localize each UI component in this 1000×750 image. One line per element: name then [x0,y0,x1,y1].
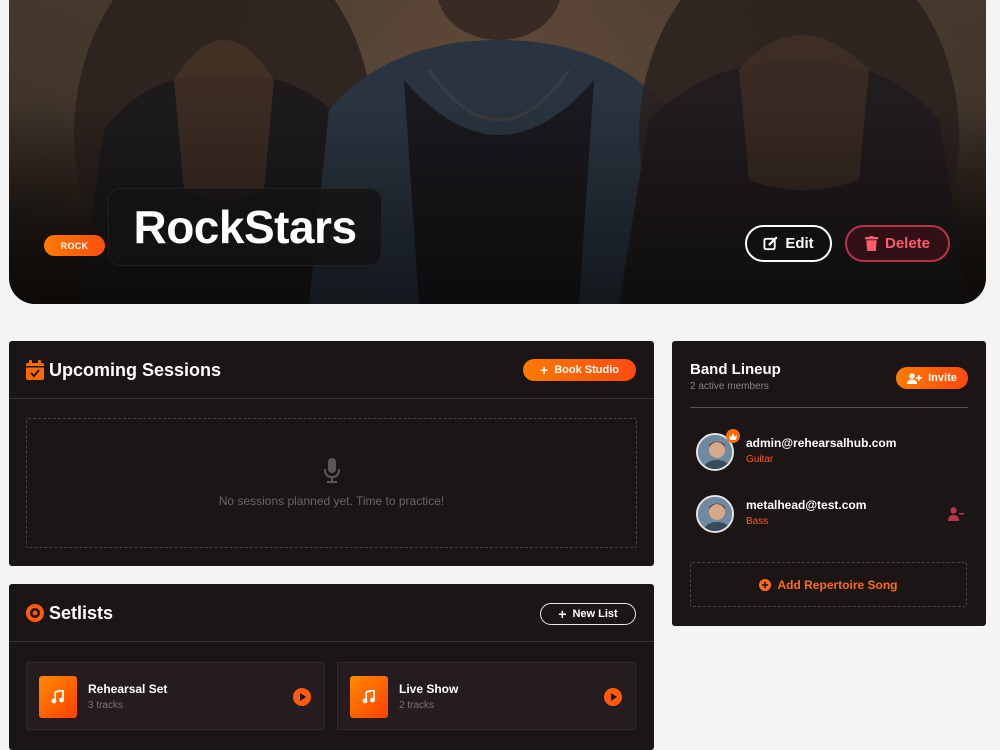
edit-icon [763,236,778,251]
delete-band-button[interactable]: Delete [845,225,950,262]
upcoming-sessions-card: Upcoming Sessions + Book Studio No sessi… [9,341,654,566]
band-title-box: RockStars [108,188,382,266]
member-row: metalhead@test.com Bass [690,493,968,537]
crown-icon [726,429,740,443]
member-role: Bass [746,516,769,527]
lineup-subtitle: 2 active members [690,381,769,392]
music-note-icon [39,676,77,718]
add-song-label: Add Repertoire Song [777,577,898,592]
setlist-name: Live Show [399,682,459,696]
band-name: RockStars [133,201,357,253]
plus-icon: + [558,606,567,622]
add-repertoire-song-button[interactable]: Add Repertoire Song [690,562,967,607]
member-email: metalhead@test.com [746,498,867,512]
play-icon[interactable] [603,687,623,707]
band-lineup-card: Band Lineup 2 active members Invite admi… [672,341,986,626]
lineup-title: Band Lineup [690,361,781,378]
setlists-title: Setlists [49,603,114,623]
user-minus-icon[interactable] [948,507,964,521]
sessions-empty-text: No sessions planned yet. Time to practic… [218,494,445,508]
setlist-track-count: 3 tracks [88,700,124,711]
record-icon [26,604,44,622]
member-row: admin@rehearsalhub.com Guitar [690,429,968,475]
plus-circle-icon [759,578,772,591]
genre-badge: ROCK [44,235,105,256]
book-studio-label: Book Studio [554,364,619,376]
setlist-name: Rehearsal Set [88,682,168,696]
invite-button[interactable]: Invite [896,367,968,389]
member-email: admin@rehearsalhub.com [746,436,897,450]
setlist-item[interactable]: Live Show 2 tracks [337,662,636,730]
book-studio-button[interactable]: + Book Studio [523,359,636,381]
trash-icon [864,236,878,251]
calendar-icon [26,360,44,380]
setlist-track-count: 2 tracks [399,700,435,711]
sessions-empty-state: No sessions planned yet. Time to practic… [26,418,637,548]
setlists-card: Setlists + New List Rehearsal Set 3 trac… [9,584,654,750]
band-hero-banner: ROCK RockStars Edit Delete [9,0,986,304]
music-note-icon [350,676,388,718]
setlist-item[interactable]: Rehearsal Set 3 tracks [26,662,325,730]
setlists-header: Setlists + New List [9,584,654,642]
invite-label: Invite [928,372,957,384]
edit-label: Edit [785,235,814,252]
edit-band-button[interactable]: Edit [745,225,832,262]
delete-label: Delete [884,235,931,252]
microphone-icon [323,458,340,483]
sessions-title: Upcoming Sessions [49,360,222,380]
play-icon[interactable] [292,687,312,707]
new-list-label: New List [572,608,618,620]
sessions-header: Upcoming Sessions + Book Studio [9,341,654,399]
lineup-divider [690,407,968,408]
new-list-button[interactable]: + New List [540,603,636,625]
member-role: Guitar [746,454,774,465]
avatar [696,495,734,533]
plus-icon: + [540,362,549,378]
user-plus-icon [907,372,922,384]
